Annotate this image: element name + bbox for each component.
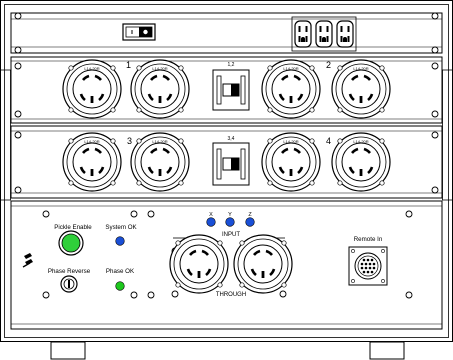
phase-letter-y: Y bbox=[228, 212, 232, 218]
phase-x-indicator bbox=[206, 217, 216, 227]
phase-ok-indicator bbox=[115, 281, 125, 291]
receptacle-rating-label: L14-20R bbox=[84, 66, 99, 71]
receptacle-rating-label: L14-20R bbox=[152, 139, 167, 144]
duplex-outlet-1[interactable] bbox=[294, 20, 312, 48]
control-panel: Pickle Enable System OK Phase Reverse Ph… bbox=[10, 200, 443, 330]
receptacle-row-2: L14-20R L14-20R L14-20R L14-20R 3 4 3,4 bbox=[10, 125, 443, 199]
through-receptacle[interactable] bbox=[232, 233, 294, 295]
phase-reverse-label: Phase Reverse bbox=[48, 268, 91, 275]
duplex-outlet-2[interactable] bbox=[315, 20, 333, 48]
power-distro-panel: L14-20R L14-20R L14-20R L14-20R 1 2 1,2 … bbox=[0, 0, 453, 360]
main-power-switch[interactable] bbox=[122, 23, 156, 41]
input-label: INPUT bbox=[222, 232, 240, 238]
receptacle-rating-label: L14-20R bbox=[353, 139, 368, 144]
phase-y-indicator bbox=[225, 217, 235, 227]
receptacle-rating-label: L14-20R bbox=[283, 139, 298, 144]
system-ok-label: System OK bbox=[105, 224, 137, 231]
circuit-label-4: 4 bbox=[326, 136, 331, 146]
phase-letter-x: X bbox=[209, 212, 213, 218]
left-foot bbox=[50, 341, 86, 360]
top-panel bbox=[10, 12, 443, 54]
pickle-enable-label: Pickle Enable bbox=[54, 224, 92, 231]
circuit-label-3: 3 bbox=[127, 136, 132, 146]
receptacle-rating-label: L14-20R bbox=[152, 66, 167, 71]
receptacle-rating-label: L14-20R bbox=[283, 66, 298, 71]
circuit-label-2: 2 bbox=[326, 60, 331, 70]
breaker-block-1[interactable] bbox=[212, 69, 250, 111]
phase-ok-label: Phase OK bbox=[106, 268, 135, 275]
phase-reverse-keyswitch[interactable] bbox=[60, 275, 78, 293]
breaker-group-label-1: 1,2 bbox=[228, 62, 235, 68]
pickle-enable-button[interactable] bbox=[58, 230, 84, 256]
phase-z-indicator bbox=[245, 217, 255, 227]
circuit-label-1: 1 bbox=[126, 60, 131, 70]
receptacle-rating-label: L14-20R bbox=[353, 66, 368, 71]
receptacle-row-1: L14-20R L14-20R L14-20R L14-20R 1 2 1,2 bbox=[10, 56, 443, 124]
input-receptacle[interactable] bbox=[168, 233, 230, 295]
through-label: THROUGH bbox=[216, 292, 246, 298]
right-foot bbox=[369, 341, 405, 360]
breaker-group-label-2: 3,4 bbox=[228, 136, 235, 142]
receptacle-rating-label: L14-20R bbox=[84, 139, 99, 144]
remote-in-connector[interactable] bbox=[348, 246, 388, 286]
duplex-outlet-3[interactable] bbox=[336, 20, 354, 48]
system-ok-indicator bbox=[115, 236, 125, 246]
breaker-block-2[interactable] bbox=[212, 142, 250, 186]
remote-in-label: Remote In bbox=[354, 236, 383, 243]
